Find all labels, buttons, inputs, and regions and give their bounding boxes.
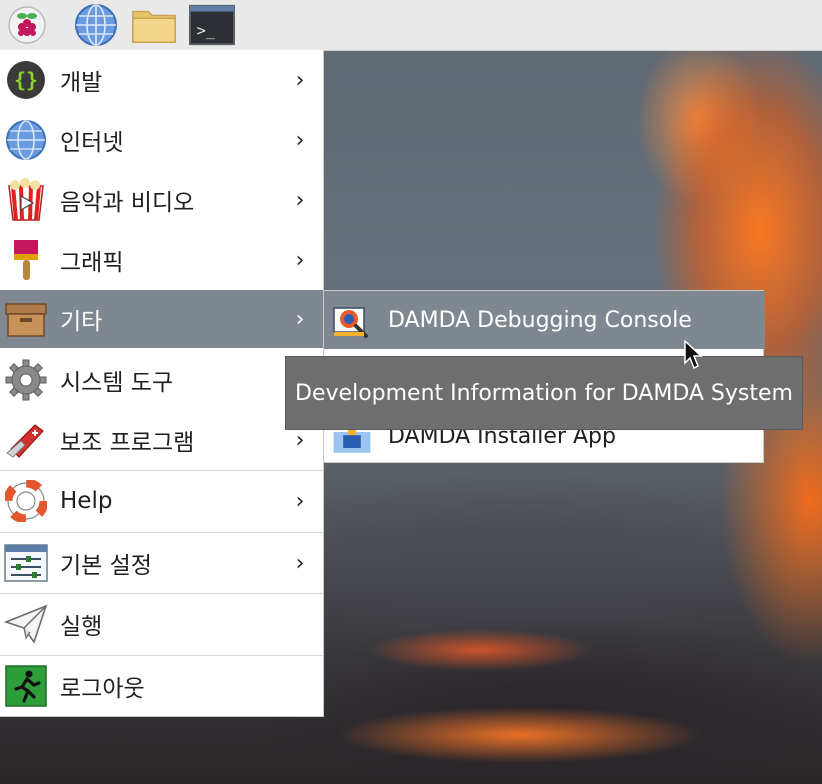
popcorn-video-icon (4, 178, 48, 222)
web-browser-icon (75, 4, 117, 46)
chevron-right-icon: › (295, 127, 305, 153)
menu-item-accessories[interactable]: 보조 프로그램 › (0, 411, 323, 469)
taskbar: >_ (0, 0, 822, 51)
raspberry-menu-button[interactable] (4, 3, 50, 47)
svg-text:{}: {} (14, 68, 38, 92)
settings-sliders-icon (4, 541, 48, 585)
menu-item-label: 실행 (60, 614, 103, 640)
mouse-pointer-icon (684, 340, 703, 370)
debug-bug-icon (332, 300, 372, 340)
terminal-button[interactable]: >_ (189, 3, 235, 47)
menu-divider (0, 470, 323, 471)
menu-item-label: 시스템 도구 (60, 370, 174, 396)
exit-running-man-icon (4, 664, 48, 708)
chevron-right-icon: › (295, 550, 305, 576)
menu-item-other[interactable]: 기타 › (0, 290, 323, 348)
menu-divider (0, 593, 323, 594)
menu-item-sound-video[interactable]: 음악과 비디오 › (0, 171, 323, 229)
chevron-right-icon: › (295, 306, 305, 332)
chevron-right-icon: › (295, 247, 305, 273)
swiss-knife-icon (4, 418, 48, 462)
code-braces-icon: {} (4, 58, 48, 102)
menu-item-help[interactable]: Help › (0, 472, 323, 530)
menu-item-label: 음악과 비디오 (60, 190, 195, 216)
menu-item-label: 개발 (60, 70, 103, 96)
menu-item-graphics[interactable]: 그래픽 › (0, 231, 323, 289)
file-manager-button[interactable] (131, 3, 177, 47)
menu-item-label: 인터넷 (60, 130, 124, 156)
menu-item-development[interactable]: {} 개발 › (0, 51, 323, 109)
menu-item-label: 기타 (60, 309, 103, 335)
terminal-prompt: >_ (197, 22, 216, 40)
box-icon (4, 297, 48, 341)
web-browser-button[interactable] (73, 3, 119, 47)
menu-item-internet[interactable]: 인터넷 › (0, 111, 323, 169)
gear-icon (4, 358, 48, 402)
menu-item-preferences[interactable]: 기본 설정 › (0, 534, 323, 592)
menu-item-label: 기본 설정 (60, 553, 152, 579)
menu-divider (0, 532, 323, 533)
menu-item-run[interactable]: 실행 (0, 595, 323, 653)
chevron-right-icon: › (295, 187, 305, 213)
menu-item-system-tools[interactable]: 시스템 도구 › (0, 351, 323, 409)
chevron-right-icon: › (295, 67, 305, 93)
menu-divider (0, 655, 323, 656)
menu-item-label: 그래픽 (60, 250, 124, 276)
menu-item-logout[interactable]: 로그아웃 (0, 657, 323, 715)
terminal-icon: >_ (189, 4, 235, 46)
chevron-right-icon: › (295, 488, 305, 514)
tooltip: Development Information for DAMDA System (285, 356, 803, 430)
file-manager-icon (132, 10, 176, 43)
raspberry-menu-icon (8, 6, 46, 44)
application-menu: {} 개발 › 인터넷 › 음악과 비디오 › 그래픽 › 기타 › 시스템 도… (0, 50, 324, 717)
paint-brush-icon (4, 238, 48, 282)
paper-plane-icon (4, 602, 48, 646)
menu-item-label: Help (60, 488, 113, 514)
submenu-item-label: DAMDA Debugging Console (388, 307, 692, 333)
menu-item-label: 보조 프로그램 (60, 430, 195, 456)
chevron-right-icon: › (295, 427, 305, 453)
menu-item-label: 로그아웃 (60, 676, 145, 702)
globe-icon (4, 118, 48, 162)
lifebuoy-icon (4, 479, 48, 523)
tooltip-text: Development Information for DAMDA System (295, 380, 793, 406)
